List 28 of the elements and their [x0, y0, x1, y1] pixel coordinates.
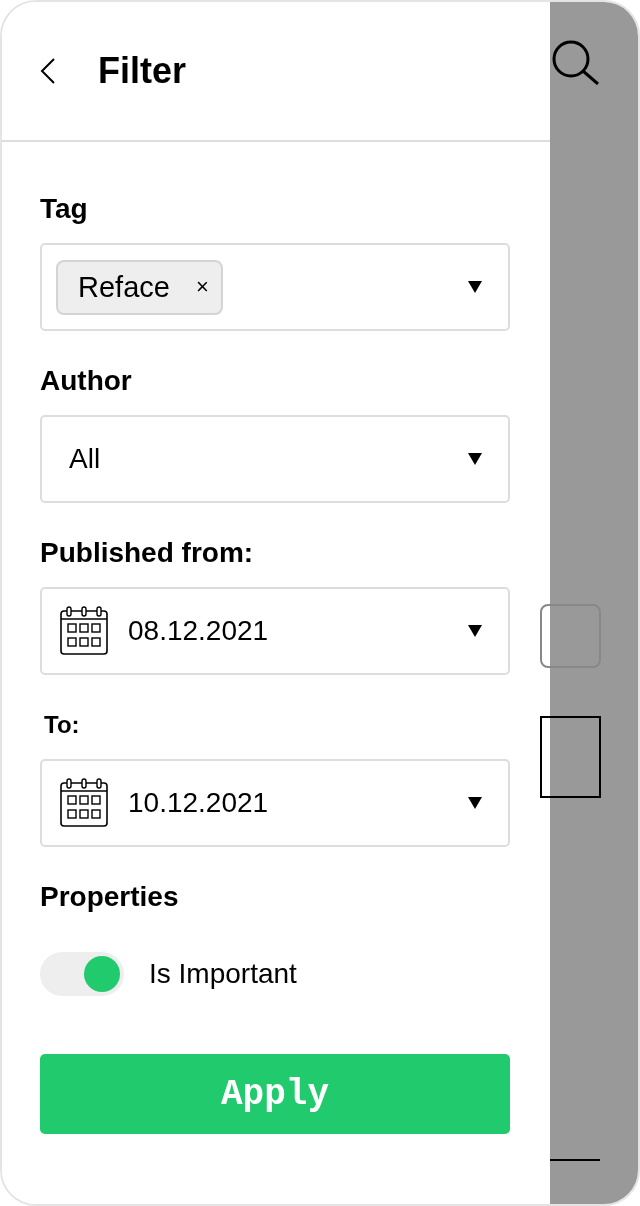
- caret-icon: [468, 453, 482, 465]
- caret-icon: [468, 797, 482, 809]
- tag-field[interactable]: Reface ×: [40, 243, 510, 331]
- underline: [550, 1159, 600, 1161]
- calendar-icon: [60, 606, 108, 656]
- field-label: Published from:: [40, 536, 255, 570]
- tag-text: Reface: [78, 270, 170, 304]
- field-label: Tag: [40, 192, 89, 226]
- toggle-label: Is Important: [149, 958, 297, 990]
- field-label: To:: [44, 710, 81, 740]
- remove-button[interactable]: ×: [195, 274, 209, 300]
- caret-icon: [468, 281, 482, 293]
- toggle-switch[interactable]: [40, 952, 124, 996]
- tag-chip[interactable]: Reface ×: [56, 259, 223, 315]
- caret-icon: [468, 625, 482, 637]
- dropdown-field[interactable]: All: [40, 415, 510, 503]
- field-value: 08.12.2021: [128, 615, 269, 647]
- field-value: 10.12.2021: [128, 787, 269, 819]
- back-icon[interactable]: [40, 57, 56, 85]
- field-value: All: [69, 443, 101, 475]
- search-icon[interactable]: [551, 39, 601, 85]
- section-label: Properties: [40, 880, 180, 914]
- date-field[interactable]: 08.12.2021: [40, 587, 510, 675]
- field-label: Author: [40, 364, 133, 398]
- calendar-icon: [60, 778, 108, 828]
- field-outline: [540, 604, 601, 668]
- page-title: Filter: [98, 50, 186, 92]
- date-field[interactable]: 10.12.2021: [40, 759, 510, 847]
